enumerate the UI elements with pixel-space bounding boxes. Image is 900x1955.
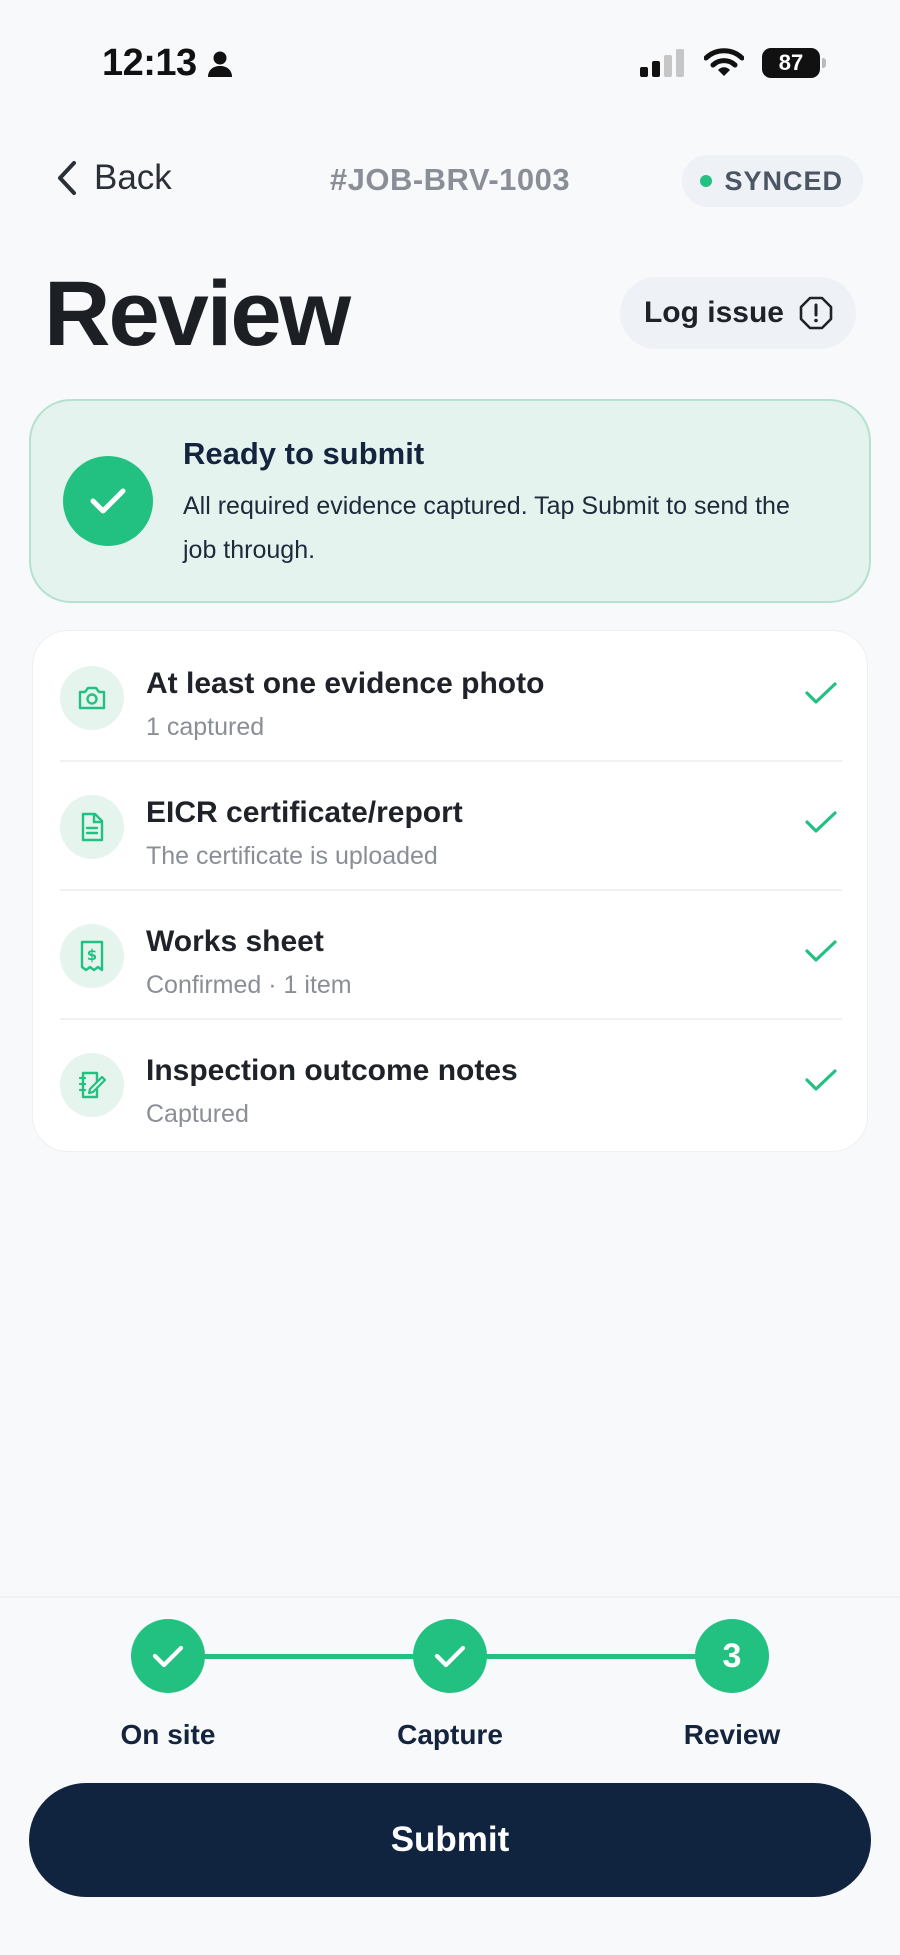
submit-label: Submit — [390, 1820, 510, 1859]
battery-level: 87 — [778, 50, 804, 75]
checkmark-icon — [805, 682, 837, 704]
back-button[interactable]: Back — [56, 158, 172, 198]
checklist-item-label: Inspection outcome notes — [146, 1054, 518, 1087]
step-label-on-site: On site — [120, 1719, 216, 1750]
checklist-item-status: Captured — [146, 1100, 249, 1128]
checklist-item-label: At least one evidence photo — [146, 667, 545, 700]
stepper-connector — [450, 1654, 732, 1659]
checklist-item-label: EICR certificate/report — [146, 796, 463, 829]
step-review-indicator[interactable]: 3 — [695, 1619, 769, 1693]
checklist-item-photo[interactable]: At least one evidence photo 1 captured — [60, 634, 842, 762]
status-time: 12:13 — [102, 42, 233, 85]
checkmark-icon — [434, 1645, 466, 1668]
checklist-item-eicr[interactable]: EICR certificate/report The certificate … — [60, 763, 842, 891]
log-issue-label: Log issue — [643, 296, 784, 329]
stepper-connector — [168, 1654, 450, 1659]
status-indicators: 87 — [640, 48, 826, 78]
sync-dot-icon — [700, 175, 713, 187]
checkmark-icon — [805, 940, 837, 962]
checklist-item-status: 1 captured — [146, 713, 265, 741]
checklist-item-works-sheet[interactable]: $ Works sheet Confirmed · 1 item — [60, 892, 842, 1020]
step-capture-indicator[interactable] — [413, 1619, 487, 1693]
checkmark-icon — [152, 1645, 184, 1668]
checklist-item-label: Works sheet — [146, 925, 324, 958]
person-icon — [207, 51, 232, 77]
alert-octagon-icon — [799, 296, 833, 330]
svg-text:$: $ — [87, 946, 97, 964]
checklist-item-notes[interactable]: Inspection outcome notes Captured — [60, 1021, 842, 1149]
step-label-review: Review — [683, 1719, 781, 1750]
page-title: Review — [44, 263, 351, 365]
banner-body: All required evidence captured. Tap Subm… — [183, 492, 790, 564]
step-number: 3 — [722, 1636, 742, 1675]
document-icon — [60, 795, 124, 859]
sync-status-badge: SYNCED — [682, 155, 863, 207]
step-on-site-indicator[interactable] — [131, 1619, 205, 1693]
check-circle-icon — [63, 456, 153, 546]
status-time-text: 12:13 — [102, 42, 197, 84]
banner-title: Ready to submit — [183, 436, 425, 471]
submit-button[interactable]: Submit — [29, 1783, 871, 1897]
cellular-signal-icon — [640, 49, 684, 77]
step-label-capture: Capture — [397, 1719, 503, 1750]
checklist-item-status: Confirmed · 1 item — [146, 971, 352, 999]
checklist-item-status: The certificate is uploaded — [146, 842, 438, 870]
chevron-left-icon — [58, 161, 76, 195]
camera-icon — [60, 666, 124, 730]
notebook-edit-icon — [60, 1053, 124, 1117]
checkmark-icon — [805, 811, 837, 833]
receipt-icon: $ — [60, 924, 124, 988]
bottom-divider — [0, 1596, 900, 1598]
wifi-icon — [704, 48, 744, 76]
back-label: Back — [94, 158, 172, 197]
battery-icon: 87 — [762, 48, 826, 78]
log-issue-button[interactable]: Log issue — [619, 277, 856, 349]
checkmark-icon — [805, 1069, 837, 1091]
sync-status-text: SYNCED — [724, 165, 843, 196]
